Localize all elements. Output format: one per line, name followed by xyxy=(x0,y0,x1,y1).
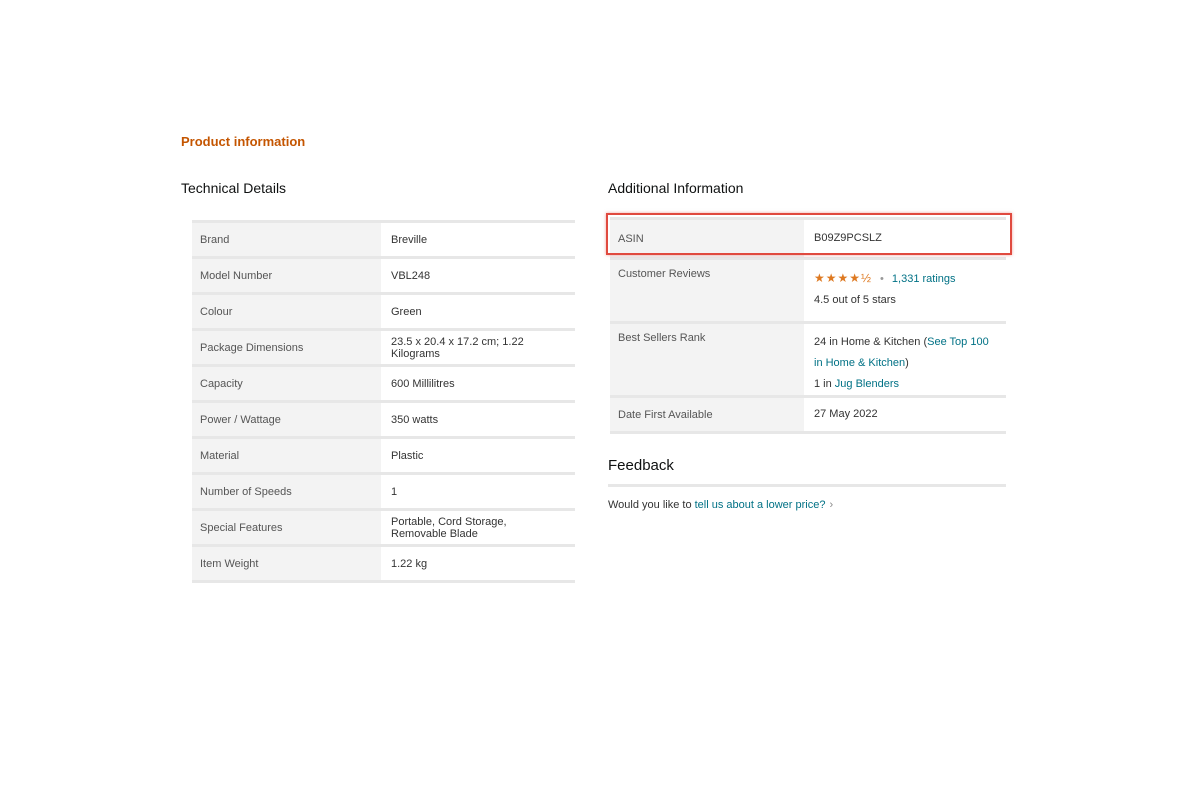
rank-close: ) xyxy=(905,357,909,369)
customer-reviews-label: Customer Reviews xyxy=(610,257,804,323)
technical-details-heading: Technical Details xyxy=(181,180,287,196)
spec-label: Number of Speeds xyxy=(192,472,381,510)
spec-label: Model Number xyxy=(192,256,381,294)
spec-label: Power / Wattage xyxy=(192,400,381,438)
asin-highlight-box xyxy=(606,213,1012,255)
spec-value: 1.22 kg xyxy=(381,544,575,583)
table-row: Colour Green xyxy=(192,292,575,330)
feedback-prompt: Would you like to tell us about a lower … xyxy=(608,499,833,511)
separator-dot: • xyxy=(880,273,884,285)
best-sellers-rank-value: 24 in Home & Kitchen (See Top 100 in Hom… xyxy=(804,321,1006,397)
product-information-title: Product information xyxy=(181,134,306,149)
spec-label: Package Dimensions xyxy=(192,328,381,366)
table-row: Special Features Portable, Cord Storage, … xyxy=(192,508,575,546)
spec-value: 600 Millilitres xyxy=(381,364,575,402)
chevron-right-icon: › xyxy=(829,499,834,511)
best-sellers-rank-row: Best Sellers Rank 24 in Home & Kitchen (… xyxy=(610,321,1006,397)
table-row: Brand Breville xyxy=(192,220,575,258)
feedback-heading: Feedback xyxy=(608,457,674,474)
spec-value: 350 watts xyxy=(381,400,575,438)
spec-label: Special Features xyxy=(192,508,381,546)
date-first-available-row: Date First Available 27 May 2022 xyxy=(610,395,1006,434)
spec-label: Colour xyxy=(192,292,381,330)
jug-blenders-link[interactable]: Jug Blenders xyxy=(835,378,899,390)
rating-text: 4.5 out of 5 stars xyxy=(814,294,896,306)
feedback-prompt-text: Would you like to xyxy=(608,499,695,511)
sub-rank-prefix: 1 in xyxy=(814,378,835,390)
ratings-count-link[interactable]: 1,331 ratings xyxy=(892,273,956,285)
table-row: Package Dimensions 23.5 x 20.4 x 17.2 cm;… xyxy=(192,328,575,366)
customer-reviews-row: Customer Reviews ★★★★½ • 1,331 ratings 4.5… xyxy=(610,257,1006,323)
table-row: Model Number VBL248 xyxy=(192,256,575,294)
lower-price-link[interactable]: tell us about a lower price? xyxy=(695,499,826,511)
spec-label: Material xyxy=(192,436,381,474)
rank-text: 24 in Home & Kitchen ( xyxy=(814,336,928,348)
table-row: Item Weight 1.22 kg xyxy=(192,544,575,583)
spec-label: Brand xyxy=(192,220,381,258)
spec-value: Portable, Cord Storage, Removable Blade xyxy=(381,508,575,546)
spec-value: Plastic xyxy=(381,436,575,474)
customer-reviews-value: ★★★★½ • 1,331 ratings 4.5 out of 5 stars xyxy=(804,257,1006,323)
spec-value: Breville xyxy=(381,220,575,258)
spec-value: VBL248 xyxy=(381,256,575,294)
table-row: Number of Speeds 1 xyxy=(192,472,575,510)
table-row: Capacity 600 Millilitres xyxy=(192,364,575,402)
technical-details-table: Brand Breville Model Number VBL248 Colour G… xyxy=(192,220,575,583)
table-row: Power / Wattage 350 watts xyxy=(192,400,575,438)
additional-information-heading: Additional Information xyxy=(608,180,744,196)
spec-value: 23.5 x 20.4 x 17.2 cm; 1.22 Kilograms xyxy=(381,328,575,366)
date-first-available-value: 27 May 2022 xyxy=(804,395,1006,434)
feedback-divider xyxy=(608,484,1006,487)
star-rating-icon[interactable]: ★★★★½ xyxy=(814,271,872,285)
table-row: Material Plastic xyxy=(192,436,575,474)
spec-value: 1 xyxy=(381,472,575,510)
spec-label: Capacity xyxy=(192,364,381,402)
spec-label: Item Weight xyxy=(192,544,381,583)
spec-value: Green xyxy=(381,292,575,330)
best-sellers-rank-label: Best Sellers Rank xyxy=(610,321,804,397)
date-first-available-label: Date First Available xyxy=(610,395,804,434)
